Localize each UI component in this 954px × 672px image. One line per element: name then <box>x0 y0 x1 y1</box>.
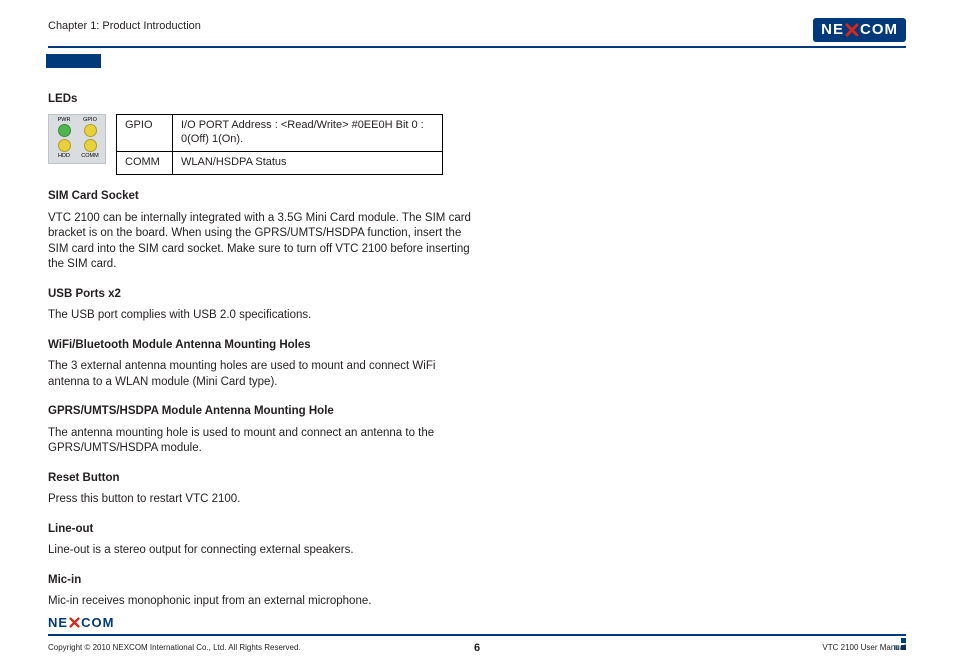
para-micin: Mic-in receives monophonic input from an… <box>48 594 478 610</box>
heading-micin: Mic-in <box>48 573 478 589</box>
led-label-hdd: HDD <box>51 154 77 160</box>
led-table: GPIO I/O PORT Address : <Read/Write> #0E… <box>116 114 443 176</box>
table-row: GPIO I/O PORT Address : <Read/Write> #0E… <box>117 114 443 152</box>
heading-wifi: WiFi/Bluetooth Module Antenna Mounting H… <box>48 338 478 354</box>
page-number: 6 <box>0 642 954 654</box>
footer-logo-right: COM <box>81 615 114 630</box>
header-accent-bar <box>46 54 101 68</box>
para-sim: VTC 2100 can be internally integrated wi… <box>48 211 478 273</box>
led-dot-gpio-icon <box>84 124 97 137</box>
nexcom-logo: NE COM <box>813 18 906 42</box>
logo-x-icon <box>845 23 859 37</box>
heading-usb: USB Ports x2 <box>48 287 478 303</box>
document-body: LEDs PWR GPIO HDD COMM GPIO I/O PORT Add… <box>48 92 478 610</box>
led-block: PWR GPIO HDD COMM GPIO I/O PORT Address … <box>48 114 478 176</box>
chapter-title: Chapter 1: Product Introduction <box>48 18 201 32</box>
footer-manual-name: VTC 2100 User Manual <box>822 643 906 652</box>
heading-gprs: GPRS/UMTS/HSDPA Module Antenna Mounting … <box>48 404 478 420</box>
header-rule <box>48 46 906 48</box>
footer-logo: NE COM <box>48 615 114 630</box>
logo-text-right: COM <box>860 21 898 38</box>
para-usb: The USB port complies with USB 2.0 speci… <box>48 308 478 324</box>
para-gprs: The antenna mounting hole is used to mou… <box>48 426 478 457</box>
led-dot-pwr-icon <box>58 124 71 137</box>
logo-text-left: NE <box>821 21 844 38</box>
footer-rule <box>48 634 906 636</box>
led-table-key: COMM <box>117 152 173 175</box>
led-diagram: PWR GPIO HDD COMM <box>48 114 106 164</box>
led-label-comm: COMM <box>77 154 103 160</box>
footer-logo-x-icon <box>69 617 80 628</box>
para-lineout: Line-out is a stereo output for connecti… <box>48 543 478 559</box>
heading-reset: Reset Button <box>48 471 478 487</box>
heading-sim: SIM Card Socket <box>48 189 478 205</box>
heading-leds: LEDs <box>48 92 478 108</box>
para-reset: Press this button to restart VTC 2100. <box>48 492 478 508</box>
led-table-val: I/O PORT Address : <Read/Write> #0EE0H B… <box>173 114 443 152</box>
led-table-val: WLAN/HSDPA Status <box>173 152 443 175</box>
led-table-key: GPIO <box>117 114 173 152</box>
page-header: Chapter 1: Product Introduction NE COM <box>48 18 906 42</box>
led-dot-comm-icon <box>84 139 97 152</box>
para-wifi: The 3 external antenna mounting holes ar… <box>48 359 478 390</box>
header-rule-wrap <box>48 46 906 48</box>
footer-logo-left: NE <box>48 615 68 630</box>
heading-lineout: Line-out <box>48 522 478 538</box>
led-dot-hdd-icon <box>58 139 71 152</box>
table-row: COMM WLAN/HSDPA Status <box>117 152 443 175</box>
